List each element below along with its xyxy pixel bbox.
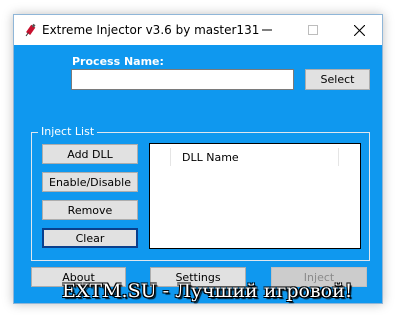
add-dll-button[interactable]: Add DLL (42, 144, 138, 164)
close-icon (353, 24, 365, 36)
column-separator (170, 148, 171, 166)
app-window: Extreme Injector v3.6 by master131 Proce… (13, 14, 383, 304)
maximize-icon (308, 25, 318, 35)
column-separator (338, 148, 339, 166)
minimize-button[interactable] (244, 15, 290, 45)
dll-list[interactable]: DLL Name (149, 143, 361, 249)
clear-button[interactable]: Clear (42, 228, 138, 248)
window-title: Extreme Injector v3.6 by master131 (42, 23, 260, 37)
enable-disable-button[interactable]: Enable/Disable (42, 172, 138, 192)
select-button[interactable]: Select (305, 69, 370, 90)
process-name-input[interactable] (71, 69, 294, 90)
maximize-button[interactable] (290, 15, 336, 45)
close-button[interactable] (336, 15, 382, 45)
client-area: Process Name: Select Inject List Add DLL… (14, 45, 382, 303)
minimize-icon (262, 29, 272, 31)
inject-list-label: Inject List (38, 125, 98, 138)
remove-button[interactable]: Remove (42, 200, 138, 220)
dll-name-column-header[interactable]: DLL Name (182, 151, 239, 164)
process-name-label: Process Name: (72, 55, 164, 68)
syringe-icon (25, 23, 36, 37)
title-bar[interactable]: Extreme Injector v3.6 by master131 (14, 15, 382, 45)
watermark-text: EXTM.SU - Лучший игровой! (62, 280, 353, 302)
